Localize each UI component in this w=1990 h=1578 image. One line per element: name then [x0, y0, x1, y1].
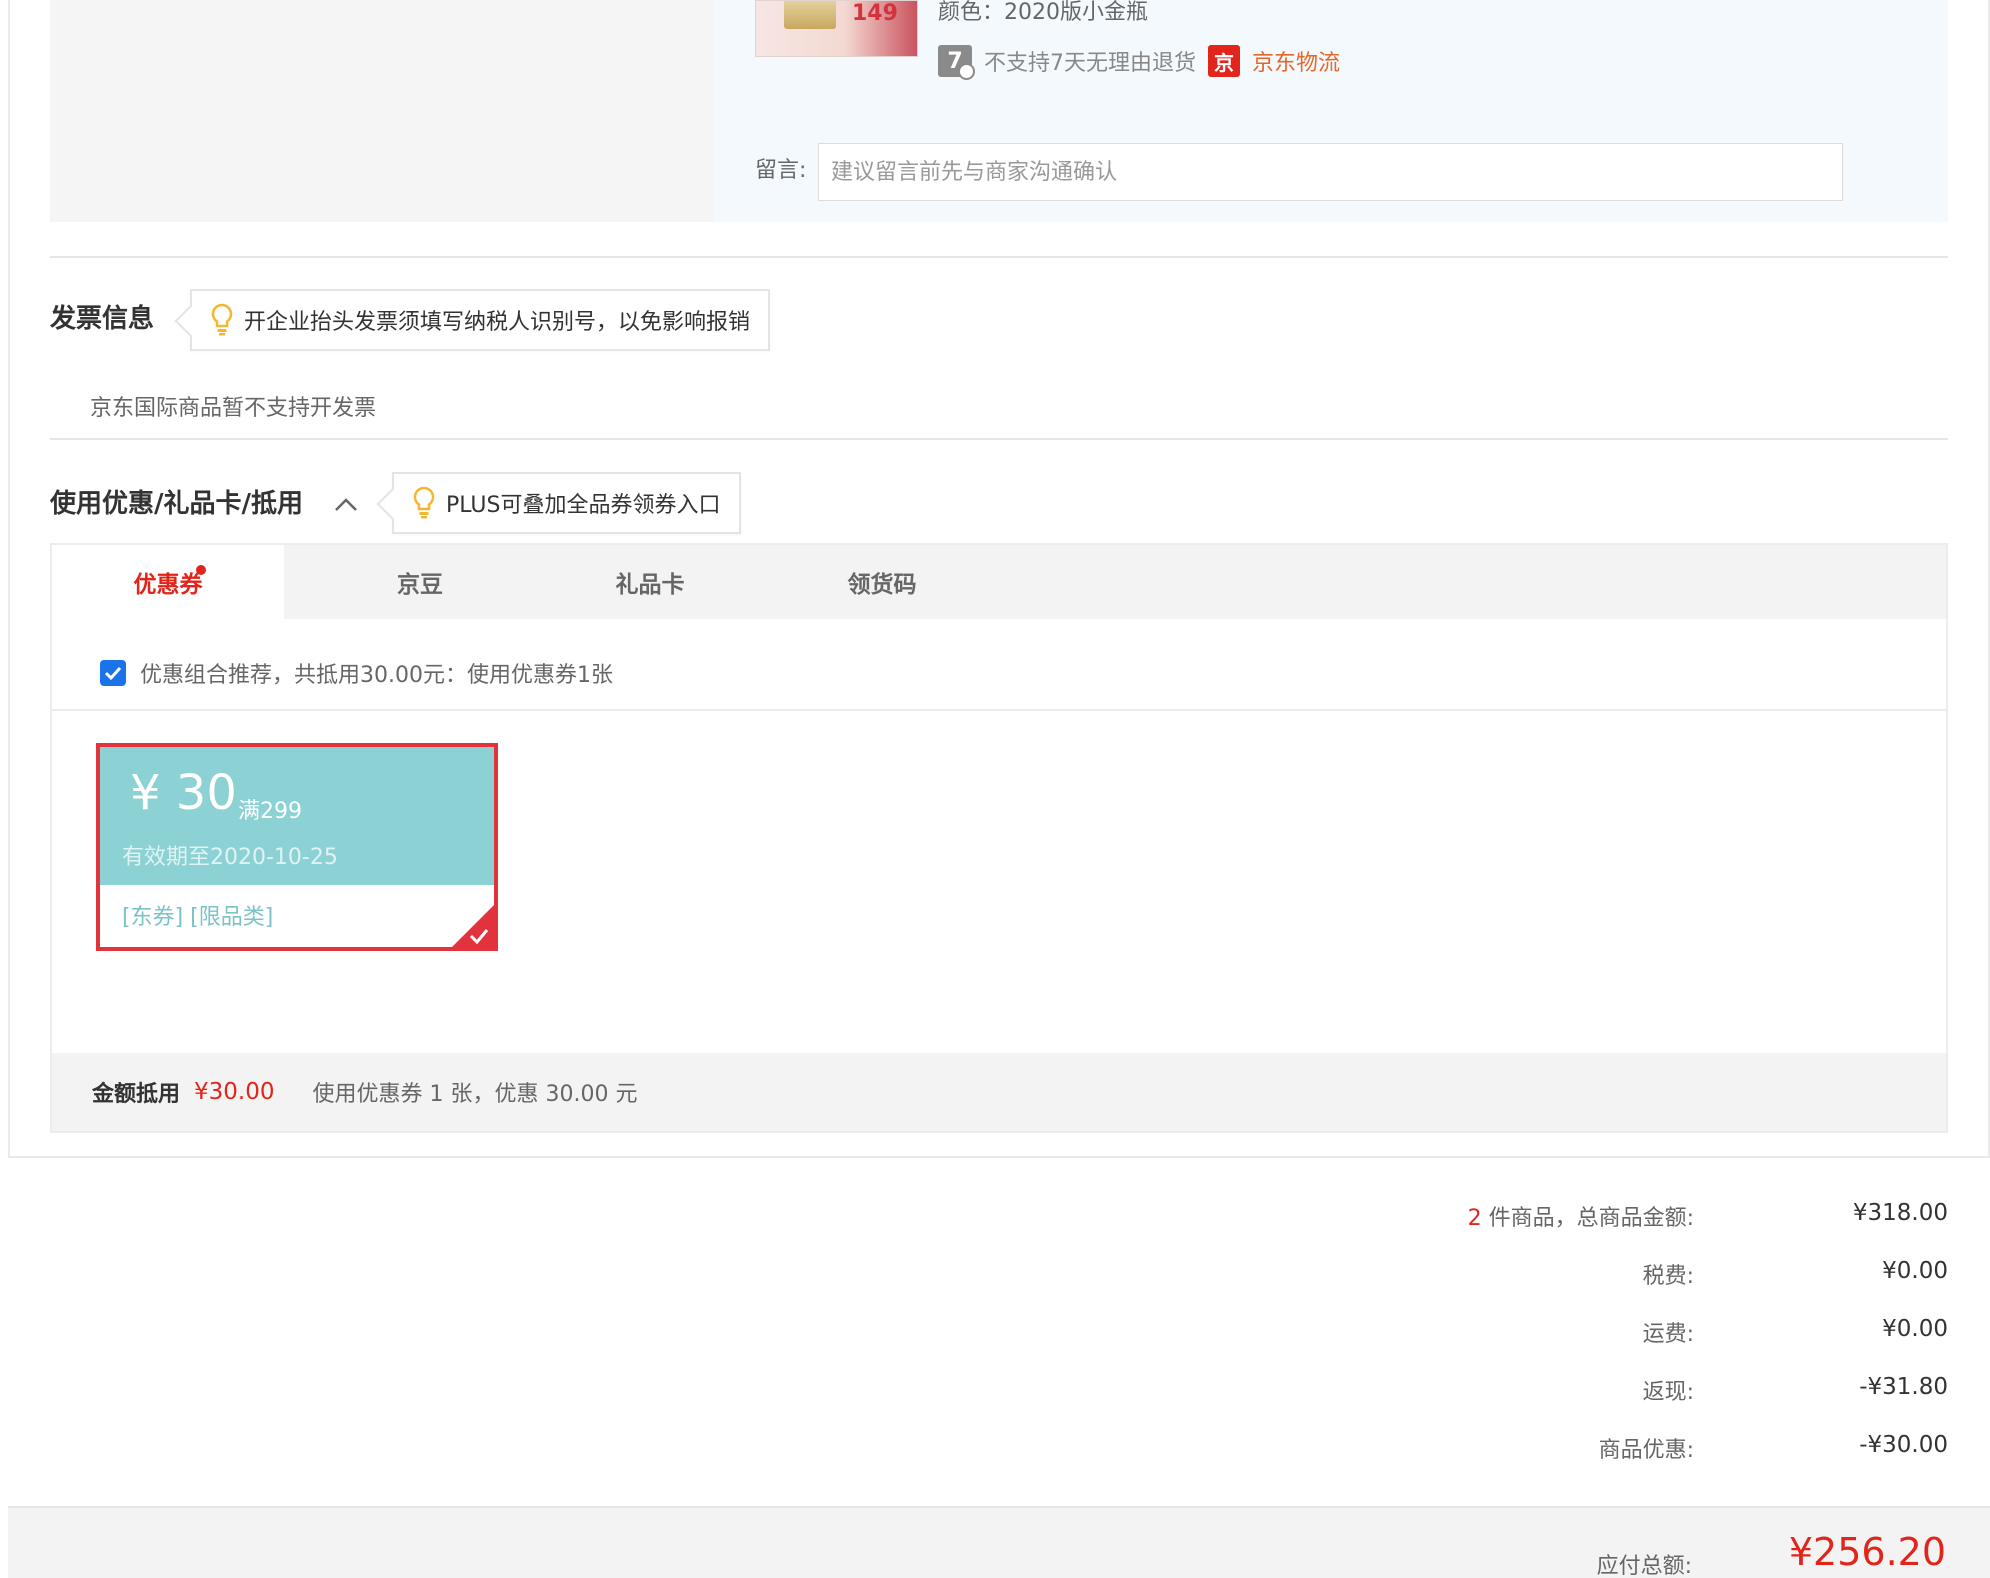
product-left-area — [50, 0, 714, 222]
coupon-condition: 满299 — [238, 799, 302, 824]
tax-row: 税费: ¥0.00 — [0, 1258, 1990, 1298]
lightbulb-icon — [412, 486, 436, 520]
promo-row: 商品优惠: -¥30.00 — [0, 1432, 1990, 1472]
product-bottle-image — [784, 1, 836, 29]
tax-value: ¥0.00 — [1882, 1258, 1948, 1284]
coupon-divider — [52, 709, 1946, 711]
total-goods-value: ¥318.00 — [1852, 1200, 1948, 1226]
jd-logistics-link[interactable]: 京东物流 — [1252, 45, 1340, 77]
coupon-tags: [东券] [限品类] — [122, 905, 274, 930]
recommend-text: 优惠组合推荐，共抵用30.00元：使用优惠券1张 — [140, 663, 613, 688]
product-thumbnail[interactable]: 149 — [755, 0, 918, 57]
discount-summary: 金额抵用 ¥30.00 使用优惠券 1 张，优惠 30.00 元 — [52, 1053, 1946, 1131]
shipping-value: ¥0.00 — [1882, 1316, 1948, 1342]
cashback-label: 返现: — [1642, 1380, 1694, 1405]
recommend-checkbox[interactable] — [100, 660, 126, 686]
item-count: 2 — [1467, 1206, 1482, 1231]
thumbnail-price: 149 — [852, 1, 898, 26]
message-label: 留言: — [755, 158, 807, 183]
tab-redeem-code[interactable]: 领货码 — [792, 545, 972, 619]
tab-jd-beans[interactable]: 京豆 — [330, 545, 510, 619]
payable-amount: ¥256.20 — [1788, 1530, 1946, 1574]
invoice-note: 京东国际商品暂不支持开发票 — [90, 396, 377, 421]
coupon-card-top: ¥ 30 满299 有效期至2020-10-25 — [100, 747, 494, 885]
coupon-card[interactable]: ¥ 30 满299 有效期至2020-10-25 [东券] [限品类] — [96, 743, 498, 951]
selected-check-icon — [469, 929, 489, 945]
lightbulb-icon — [210, 303, 234, 337]
shipping-row: 运费: ¥0.00 — [0, 1316, 1990, 1356]
cashback-value: -¥31.80 — [1859, 1374, 1948, 1400]
message-input[interactable] — [818, 143, 1843, 201]
chevron-up-icon[interactable] — [333, 492, 359, 518]
coupon-box: 优惠券 京豆 礼品卡 领货码 优惠组合推荐，共抵用30.00元：使用优惠券1张 … — [50, 543, 1948, 1133]
no-return-text: 不支持7天无理由退货 — [984, 51, 1196, 76]
discount-summary-amount: ¥30.00 — [194, 1079, 275, 1105]
tax-label: 税费: — [1642, 1264, 1694, 1289]
tab-coupons-dot — [196, 565, 206, 575]
discount-summary-label: 金额抵用 — [92, 1082, 181, 1107]
invoice-title: 发票信息 — [50, 304, 155, 334]
invoice-tip-text: 开企业抬头发票须填写纳税人识别号，以免影响报销 — [244, 310, 751, 335]
product-service-tags: 7 不支持7天无理由退货 京 京东物流 — [938, 44, 1340, 80]
coupon-valid-date: 有效期至2020-10-25 — [122, 845, 338, 870]
no-return-icon: 7 — [938, 45, 975, 80]
tab-coupons-label: 优惠券 — [133, 572, 203, 598]
tab-gift-card[interactable]: 礼品卡 — [560, 545, 740, 619]
total-goods-row: 2 件商品，总商品金额: ¥318.00 — [0, 1200, 1990, 1240]
product-color: 颜色：2020版小金瓶 — [938, 0, 1148, 25]
total-goods-label-text: 件商品，总商品金额: — [1481, 1206, 1694, 1231]
payable-bar: 应付总额: ¥256.20 — [8, 1506, 1990, 1578]
discount-title: 使用优惠/礼品卡/抵用 — [50, 489, 303, 519]
discount-tabs: 优惠券 京豆 礼品卡 领货码 — [52, 545, 1946, 619]
promo-label: 商品优惠: — [1598, 1438, 1694, 1463]
section-divider — [50, 256, 1948, 258]
cashback-row: 返现: -¥31.80 — [0, 1374, 1990, 1414]
payable-label: 应付总额: — [1596, 1554, 1692, 1578]
shipping-label: 运费: — [1642, 1322, 1694, 1347]
jd-logistics-icon: 京 — [1208, 45, 1240, 77]
discount-summary-desc: 使用优惠券 1 张，优惠 30.00 元 — [312, 1082, 638, 1107]
promo-value: -¥30.00 — [1859, 1432, 1948, 1458]
total-goods-label: 2 件商品，总商品金额: — [1468, 1200, 1694, 1232]
recommend-combo[interactable]: 优惠组合推荐，共抵用30.00元：使用优惠券1张 — [100, 657, 613, 689]
coupon-amount: ¥ 30 — [130, 765, 237, 821]
plus-coupon-tip[interactable]: PLUS可叠加全品券领券入口 — [392, 472, 741, 534]
tab-coupons[interactable]: 优惠券 — [52, 545, 284, 619]
invoice-tip: 开企业抬头发票须填写纳税人识别号，以免影响报销 — [190, 289, 771, 351]
section-divider — [50, 438, 1948, 440]
plus-coupon-tip-text: PLUS可叠加全品券领券入口 — [446, 493, 721, 518]
check-icon — [104, 666, 122, 680]
